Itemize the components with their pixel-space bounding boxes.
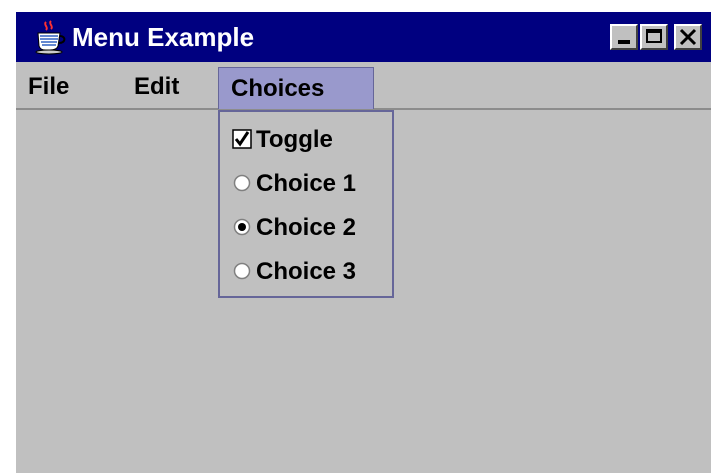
menu-item-label: Choice 2: [256, 214, 357, 241]
radio-unselected-icon: [233, 262, 251, 280]
radio-selected-icon: [233, 218, 251, 236]
menu-choices[interactable]: Choices: [218, 67, 374, 109]
menu-item-choice-1[interactable]: Choice 1: [228, 162, 392, 206]
minimize-button[interactable]: [610, 24, 638, 50]
app-window: Menu Example File Edit Choices Toggle Ch…: [14, 10, 711, 473]
menu-item-choice-3[interactable]: Choice 3: [228, 250, 392, 294]
window-title: Menu Example: [72, 22, 255, 52]
menu-item-label: Toggle: [256, 126, 333, 153]
choices-dropdown: Toggle Choice 1 Choice 2 Choice 3: [218, 110, 394, 298]
java-cup-icon[interactable]: [32, 19, 68, 55]
menu-item-label: Choice 3: [256, 258, 357, 285]
maximize-icon: [646, 29, 662, 43]
title-bar[interactable]: Menu Example: [16, 12, 711, 62]
menu-bar: File Edit Choices: [16, 62, 711, 110]
close-icon: [679, 28, 697, 46]
page: Menu Example File Edit Choices Toggle Ch…: [0, 0, 711, 473]
menu-item-choice-2[interactable]: Choice 2: [228, 206, 392, 250]
menu-edit[interactable]: Edit: [122, 66, 191, 108]
maximize-button[interactable]: [640, 24, 668, 50]
minimize-icon: [618, 40, 630, 44]
menu-file[interactable]: File: [16, 66, 81, 108]
checkbox-checked-icon: [232, 129, 252, 149]
radio-unselected-icon: [233, 174, 251, 192]
menu-item-toggle[interactable]: Toggle: [228, 118, 392, 162]
menu-item-label: Choice 1: [256, 170, 357, 197]
close-button[interactable]: [674, 24, 702, 50]
